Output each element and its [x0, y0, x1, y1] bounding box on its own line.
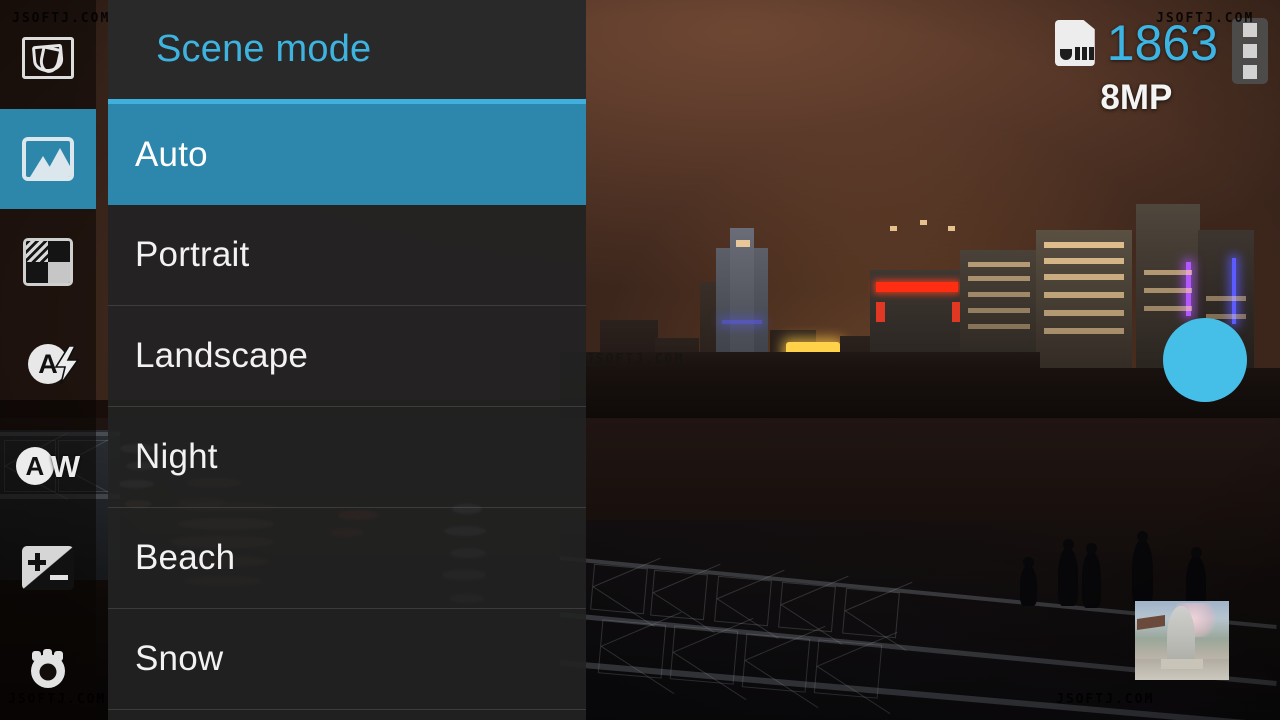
scene-option-label: Landscape: [135, 336, 309, 375]
watermark: JSOFTJ.COM: [586, 352, 685, 367]
white-balance-button[interactable]: A W: [0, 416, 96, 516]
panel-title: Scene mode: [156, 28, 372, 70]
camera-app-screen: A A W Scene mode Auto Portrait Landscape…: [0, 0, 1280, 720]
scene-option-landscape[interactable]: Landscape: [108, 306, 586, 407]
hud-info-group: 1863 8MP: [1054, 18, 1218, 117]
scene-option-night[interactable]: Night: [108, 407, 586, 508]
scene-mode-header: Scene mode: [108, 0, 586, 99]
watermark: JSOFTJ.COM: [1156, 11, 1255, 26]
thumbnail-base: [1161, 658, 1203, 669]
auto-wb-icon: A W: [15, 447, 81, 485]
watermark: JSOFTJ.COM: [8, 692, 107, 707]
watermark: JSOFTJ.COM: [1056, 692, 1155, 707]
shutter-button[interactable]: [1163, 318, 1247, 402]
scene-mode-button[interactable]: [0, 109, 96, 209]
scene-mode-panel: Scene mode Auto Portrait Landscape Night…: [108, 0, 586, 720]
exposure-icon: [22, 546, 74, 590]
overflow-menu-icon: [1243, 65, 1257, 79]
scene-option-auto[interactable]: Auto: [108, 104, 586, 205]
exposure-value-button[interactable]: [0, 518, 96, 618]
flash-button[interactable]: A: [0, 314, 96, 414]
effects-button[interactable]: [0, 212, 96, 312]
filter-grid-icon: [23, 238, 73, 286]
sd-card-icon: [1054, 20, 1095, 66]
lightning-bolt-glyph: [54, 346, 80, 384]
wb-w-letter: W: [50, 448, 81, 484]
scene-option-label: Snow: [135, 639, 224, 678]
scene-option-label: Auto: [135, 134, 208, 174]
watermark: JSOFTJ.COM: [12, 11, 111, 26]
scene-option-beach[interactable]: Beach: [108, 508, 586, 609]
scene-option-snow[interactable]: Snow: [108, 609, 586, 710]
scene-option-label: Portrait: [135, 235, 250, 274]
auto-flash-icon: A: [28, 344, 80, 384]
wb-auto-letter: A: [15, 447, 54, 485]
gear-icon: [26, 649, 70, 691]
scene-option-label: Night: [135, 437, 218, 476]
overflow-menu-icon: [1243, 44, 1257, 58]
camera-status-hud: 1863 8MP: [1054, 18, 1268, 117]
overflow-menu-button[interactable]: [1232, 18, 1268, 84]
scene-option-portrait[interactable]: Portrait: [108, 205, 586, 306]
last-photo-thumbnail[interactable]: [1135, 601, 1229, 680]
scene-option-label: Beach: [135, 538, 236, 577]
picture-icon: [22, 137, 74, 181]
burst-icon: [22, 37, 74, 79]
camera-settings-icon-strip: A A W: [0, 0, 96, 720]
resolution-label: 8MP: [1100, 78, 1173, 117]
